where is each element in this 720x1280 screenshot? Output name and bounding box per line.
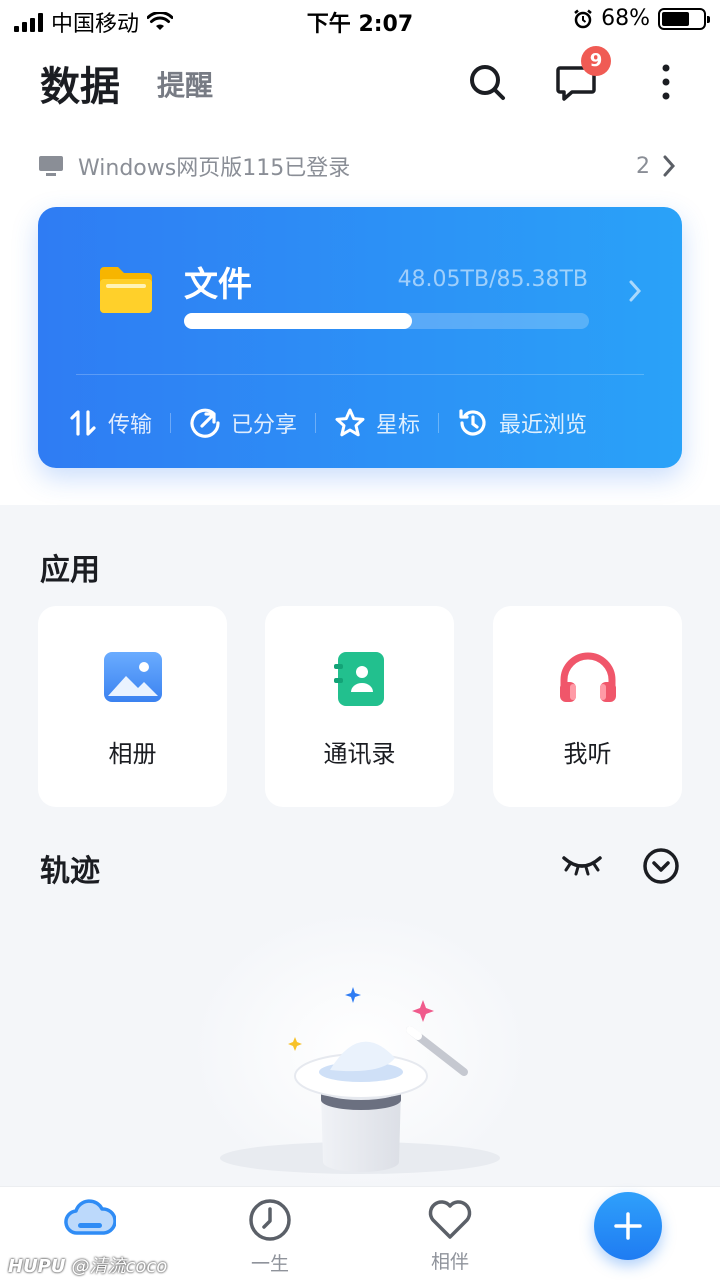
app-label: 我听 <box>563 740 612 768</box>
storage-progress-fill <box>184 313 412 329</box>
message-badge: 9 <box>581 46 611 76</box>
action-label: 传输 <box>108 413 153 438</box>
app-listen[interactable]: 我听 <box>493 606 682 807</box>
battery-icon <box>658 7 710 30</box>
action-starred[interactable]: 星标 <box>334 407 420 439</box>
files-title: 文件 <box>184 265 252 305</box>
action-label: 最近浏览 <box>499 413 588 438</box>
add-button[interactable] <box>594 1192 662 1260</box>
tab-reminder[interactable]: 提醒 <box>157 64 213 104</box>
album-icon <box>103 652 162 702</box>
nav-label: 一生 <box>250 1253 289 1275</box>
nav-item-cloud[interactable] <box>30 1197 150 1243</box>
apps-section-title: 应用 <box>40 553 100 588</box>
star-icon <box>335 408 365 437</box>
status-bar: 中国移动 下午 2:07 68% <box>0 0 720 40</box>
nav-item-lifetime[interactable]: 一生 <box>210 1197 330 1276</box>
chevron-down-circle-icon[interactable] <box>642 847 680 885</box>
share-icon <box>190 408 220 438</box>
page-title[interactable]: 数据 <box>40 54 120 112</box>
more-menu-icon[interactable] <box>644 60 688 104</box>
action-recent[interactable]: 最近浏览 <box>457 407 587 439</box>
monitor-icon <box>39 156 63 176</box>
storage-usage: 48.05TB/85.38TB <box>397 267 588 292</box>
eye-closed-icon[interactable] <box>561 852 603 878</box>
magic-hat-illustration <box>190 910 530 1190</box>
watermark-user: @清流coco <box>71 1256 168 1277</box>
search-icon[interactable] <box>465 60 509 104</box>
plus-icon <box>614 1212 642 1240</box>
battery-percent: 68% <box>601 6 650 31</box>
action-label: 已分享 <box>231 413 298 438</box>
headphones-icon <box>559 652 616 702</box>
folder-icon <box>100 267 152 313</box>
app-label: 通讯录 <box>323 740 396 768</box>
nav-item-companion[interactable]: 相伴 <box>390 1197 510 1274</box>
login-notice-text: Windows网页版115已登录 <box>78 156 351 181</box>
login-count: 2 <box>636 153 650 179</box>
storage-progress-bar <box>184 313 589 329</box>
action-transfer[interactable]: 传输 <box>68 407 152 439</box>
recent-icon <box>459 409 486 436</box>
watermark: HUPU @清流coco <box>8 1252 167 1278</box>
cloud-icon <box>64 1199 117 1235</box>
heart-icon <box>428 1200 472 1239</box>
action-shared[interactable]: 已分享 <box>189 407 297 439</box>
transfer-icon <box>70 410 96 436</box>
app-contacts[interactable]: 通讯录 <box>265 606 454 807</box>
alarm-icon <box>574 9 592 28</box>
divider <box>76 374 644 375</box>
contacts-icon <box>333 652 384 706</box>
app-album[interactable]: 相册 <box>38 606 227 807</box>
app-header: 数据 提醒 <box>0 48 720 118</box>
chevron-right-icon <box>663 155 676 177</box>
watermark-brand: HUPU <box>8 1256 66 1277</box>
files-card[interactable]: 文件 48.05TB/85.38TB 传输 已分享 星标 最近浏览 <box>38 207 682 468</box>
action-label: 星标 <box>376 413 421 438</box>
chevron-right-icon <box>629 280 642 302</box>
files-actions: 传输 已分享 星标 最近浏览 <box>68 403 652 443</box>
nav-label: 相伴 <box>430 1251 469 1273</box>
track-section-title: 轨迹 <box>40 854 100 889</box>
clock-icon <box>249 1199 291 1241</box>
login-notice[interactable]: Windows网页版115已登录 2 <box>38 146 680 186</box>
app-label: 相册 <box>108 740 157 768</box>
